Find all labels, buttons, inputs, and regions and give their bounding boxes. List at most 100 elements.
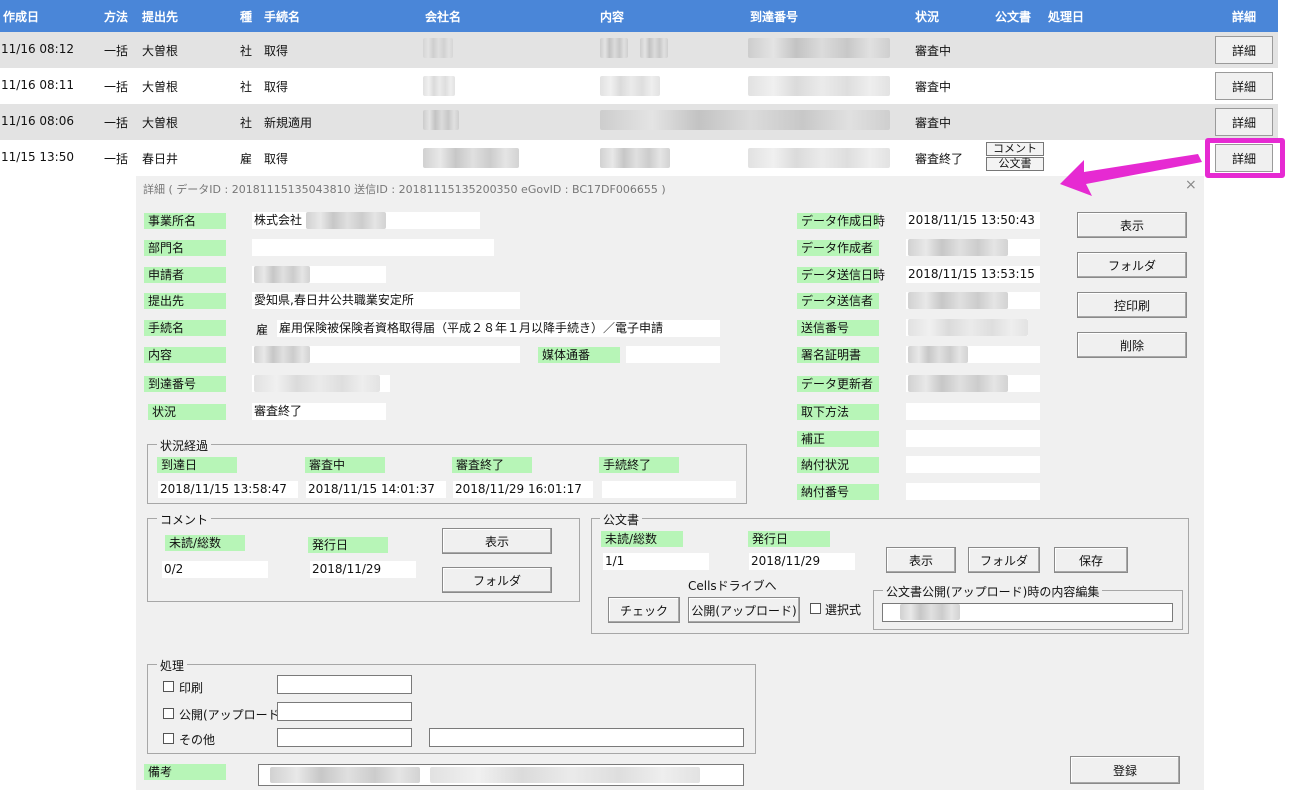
comment-issued-field[interactable]: 2018/11/29	[310, 561, 416, 578]
publish-input[interactable]	[277, 702, 412, 721]
copy-print-button[interactable]: 控印刷	[1077, 292, 1187, 318]
official-issued-field[interactable]: 2018/11/29	[749, 553, 855, 570]
col-method-header[interactable]: 方法	[104, 8, 128, 25]
detail-button[interactable]: 詳細	[1215, 72, 1273, 100]
official-show-button[interactable]: 表示	[886, 547, 956, 573]
row-submit-to: 大曽根	[142, 116, 179, 130]
row-method: 一括	[104, 116, 129, 130]
delete-button[interactable]: 削除	[1077, 332, 1187, 358]
check-button[interactable]: チェック	[608, 597, 680, 623]
content-label: 内容	[144, 347, 226, 363]
official-issued-label: 発行日	[748, 531, 830, 547]
col-procedure-header[interactable]: 手続名	[264, 8, 300, 25]
status-field[interactable]: 審査終了	[252, 403, 386, 420]
select-checkbox[interactable]	[810, 603, 821, 614]
col-detail-header[interactable]: 詳細	[1232, 8, 1256, 25]
print-checkbox[interactable]	[163, 681, 174, 692]
sent-at-field[interactable]: 2018/11/15 13:53:15	[906, 266, 1040, 283]
row-method: 一括	[104, 80, 129, 94]
payment-status-field[interactable]	[906, 456, 1040, 473]
official-document-button[interactable]: 公文書	[986, 157, 1044, 171]
redacted-creator	[908, 239, 1008, 256]
arrival-date-field[interactable]: 2018/11/15 13:58:47	[158, 481, 298, 498]
updater-label: データ更新者	[797, 376, 879, 392]
created-at-field[interactable]: 2018/11/15 13:50:43	[906, 212, 1040, 229]
payment-no-label: 納付番号	[797, 484, 879, 500]
other-checkbox[interactable]	[163, 733, 174, 744]
comment-unread-label: 未読/総数	[165, 535, 245, 551]
comment-unread-field[interactable]: 0/2	[162, 561, 268, 578]
redacted-publish-edit	[900, 604, 960, 620]
reviewing-date-field[interactable]: 2018/11/15 14:01:37	[306, 481, 446, 498]
redacted-company	[423, 110, 459, 130]
correction-field[interactable]	[906, 430, 1040, 447]
row-submit-to: 大曽根	[142, 44, 179, 58]
procedure-field[interactable]: 雇用保険被保険者資格取得届（平成２８年１月以降手続き）／電子申請	[277, 320, 720, 337]
media-no-label: 媒体通番	[538, 347, 620, 363]
col-processed-header[interactable]: 処理日	[1048, 8, 1084, 25]
comment-issued-label: 発行日	[308, 537, 388, 553]
print-label: 印刷	[179, 681, 204, 695]
row-date: 11/15 13:50	[1, 150, 74, 164]
other-detail-input[interactable]	[429, 728, 744, 747]
sent-at-label: データ送信日時	[797, 267, 885, 283]
show-button[interactable]: 表示	[1077, 212, 1187, 238]
row-procedure: 取得	[264, 152, 289, 166]
comment-button[interactable]: コメント	[986, 142, 1044, 156]
redacted-arrival	[748, 148, 890, 168]
col-official-header[interactable]: 公文書	[995, 8, 1031, 25]
finished-date-field[interactable]	[602, 481, 736, 498]
redacted-company	[423, 148, 519, 168]
other-input[interactable]	[277, 728, 412, 747]
row-submit-to: 春日井	[142, 152, 179, 166]
official-folder-button[interactable]: フォルダ	[968, 547, 1040, 573]
row-status: 審査終了	[915, 152, 964, 166]
detail-button[interactable]: 詳細	[1215, 36, 1273, 64]
detail-button[interactable]: 詳細	[1215, 108, 1273, 136]
row-status: 審査中	[915, 44, 952, 58]
redacted-content	[600, 76, 660, 96]
register-button[interactable]: 登録	[1070, 756, 1180, 784]
department-field[interactable]	[252, 239, 494, 256]
highlight-box	[1205, 138, 1285, 178]
publish-checkbox[interactable]	[163, 708, 174, 719]
official-unread-field[interactable]: 1/1	[603, 553, 709, 570]
redacted-send-no	[908, 319, 1028, 336]
redacted-content	[640, 38, 668, 58]
col-status-header[interactable]: 状況	[915, 8, 939, 25]
col-submit-to-header[interactable]: 提出先	[142, 8, 178, 25]
col-date-header[interactable]: 作成日	[3, 8, 39, 25]
created-at-label: データ作成日時	[797, 213, 885, 229]
print-input[interactable]	[277, 675, 412, 694]
finished-label: 手続終了	[599, 457, 679, 473]
official-save-button[interactable]: 保存	[1054, 547, 1128, 573]
col-type-header[interactable]: 種	[240, 8, 252, 25]
comment-folder-button[interactable]: フォルダ	[442, 567, 552, 593]
row-status: 審査中	[915, 116, 952, 130]
table-row[interactable]: 11/16 08:11 一括 大曽根 社 取得 審査中 詳細	[0, 68, 1278, 104]
table-row[interactable]: 11/16 08:12 一括 大曽根 社 取得 審査中 詳細	[0, 32, 1278, 68]
select-label: 選択式	[825, 603, 862, 617]
redacted-content	[600, 148, 670, 168]
redacted-sender	[908, 292, 1008, 309]
folder-button[interactable]: フォルダ	[1077, 252, 1187, 278]
procedure-type: 雇	[256, 323, 269, 337]
row-submit-to: 大曽根	[142, 80, 179, 94]
payment-no-field[interactable]	[906, 483, 1040, 500]
submit-to-field[interactable]: 愛知県,春日井公共職業安定所	[252, 292, 520, 309]
redacted-updater	[908, 375, 1008, 392]
table-row[interactable]: 11/16 08:06 一括 大曽根 社 新規適用 審査中 詳細	[0, 104, 1278, 140]
publish-upload-button[interactable]: 公開(アップロード)	[688, 597, 800, 623]
col-company-header[interactable]: 会社名	[425, 8, 461, 25]
sender-label: データ送信者	[797, 293, 879, 309]
comment-show-button[interactable]: 表示	[442, 528, 552, 554]
withdraw-field[interactable]	[906, 403, 1040, 420]
media-no-field[interactable]	[626, 346, 720, 363]
reviewed-date-field[interactable]: 2018/11/29 16:01:17	[453, 481, 593, 498]
col-content-header[interactable]: 内容	[600, 8, 624, 25]
row-type: 社	[240, 116, 253, 130]
dialog-title: 詳細 ( データID : 20181115135043810 送信ID : 20…	[143, 183, 666, 196]
col-arrival-header[interactable]: 到達番号	[750, 8, 798, 25]
processing-title: 処理	[157, 657, 188, 674]
cert-label: 署名証明書	[797, 347, 879, 363]
